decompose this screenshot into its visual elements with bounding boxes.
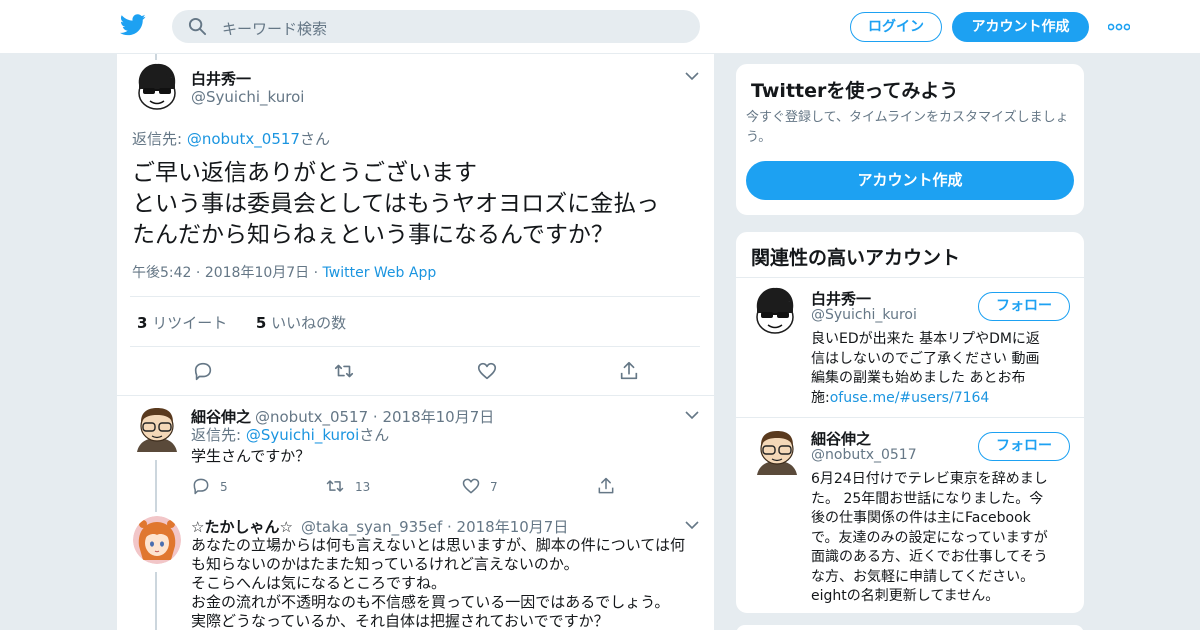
reply-text: 学生さんですか？ — [191, 447, 311, 465]
account-handle[interactable]: @nobutx_0517 — [811, 447, 917, 463]
account-bio: 良いEDが出来た 基本リプやDMに返 信はしないのでご了承ください 動画 編集の… — [811, 331, 1040, 406]
reply-author-handle: @taka_syan_935ef · 2018年10月7日 — [301, 518, 569, 536]
reply-count: 5 — [220, 480, 228, 494]
thread-line — [155, 572, 157, 630]
retweet-icon[interactable] — [325, 476, 345, 496]
tweet-source[interactable]: Twitter Web App — [323, 265, 437, 281]
tweet-text: ご早い返信ありがとうございます という事は委員会としてはもうヤオヨロズに金払っ … — [132, 160, 660, 248]
more-dots-icon[interactable] — [1108, 22, 1130, 32]
signup-card: Twitterを使ってみよう 今すぐ登録して、タイムラインをカスタマイズしましょ… — [735, 63, 1085, 216]
account-bio: 6月24日付けでテレビ東京を辞めまし た。 25年間お世話になりました。今 後の… — [811, 471, 1048, 604]
avatar[interactable] — [753, 287, 797, 335]
chevron-down-icon[interactable] — [685, 72, 699, 81]
replying-to-link[interactable]: @Syuichi_kuroi — [246, 426, 359, 444]
avatar[interactable] — [135, 63, 179, 111]
search-icon — [188, 17, 207, 36]
tweet-stats: 3 リツイート 5 いいねの数 — [137, 312, 346, 333]
reply-icon[interactable] — [191, 476, 211, 496]
reply-replying-to: 返信先: @Syuichi_kuroiさん — [191, 426, 390, 444]
retweet-icon[interactable] — [333, 360, 355, 382]
avatar[interactable] — [755, 429, 799, 475]
related-accounts-card: 関連性の高いアカウント 白井秀一 @Syuichi_kuroi フォロー 良いE… — [735, 231, 1085, 614]
reply-author-name[interactable]: 細谷伸之 — [191, 406, 251, 427]
divider — [117, 395, 714, 396]
avatar[interactable] — [133, 516, 181, 564]
account-handle[interactable]: @Syuichi_kuroi — [811, 307, 917, 323]
replying-to-link[interactable]: @nobutx_0517 — [187, 130, 300, 148]
conversation-column: 白井秀一 @Syuichi_kuroi 返信先: @nobutx_0517さん … — [116, 54, 715, 630]
signup-card-title: Twitterを使ってみよう — [751, 80, 959, 102]
like-stat[interactable]: 5 いいねの数 — [256, 314, 346, 332]
divider — [130, 346, 700, 347]
divider — [130, 296, 700, 297]
author-name[interactable]: 白井秀一 — [191, 68, 251, 89]
retweet-stat[interactable]: 3 リツイート — [137, 314, 227, 332]
divider — [736, 417, 1084, 418]
tweet-metadata: 午後5:42 · 2018年10月7日 · Twitter Web App — [132, 265, 437, 281]
signup-button[interactable]: アカウント作成 — [952, 12, 1089, 42]
account-name[interactable]: 細谷伸之 — [811, 428, 871, 449]
create-account-button[interactable]: アカウント作成 — [746, 161, 1074, 200]
signup-card-subtitle: 今すぐ登録して、タイムラインをカスタマイズしましょう。 — [746, 110, 1069, 145]
tweet-time[interactable]: 午後5:42 — [132, 265, 191, 281]
thread-line — [155, 54, 157, 60]
twitter-bird-icon[interactable] — [120, 14, 146, 36]
chevron-down-icon[interactable] — [685, 521, 699, 530]
like-heart-icon[interactable] — [461, 476, 481, 496]
like-count: 7 — [490, 480, 498, 494]
share-icon[interactable] — [618, 360, 640, 382]
top-navigation-bar: キーワード検索 ログイン アカウント作成 — [0, 0, 1200, 54]
share-icon[interactable] — [596, 476, 616, 496]
avatar-glasses-man-icon — [757, 431, 797, 475]
avatar-glasses-man-icon — [137, 408, 177, 452]
reply-icon[interactable] — [192, 360, 214, 382]
thread-line — [155, 460, 157, 512]
avatar-sunglasses-icon — [138, 63, 176, 110]
reply-author-handle: @nobutx_0517 · 2018年10月7日 — [255, 408, 495, 426]
tweet-date[interactable]: 2018年10月7日 — [205, 265, 309, 281]
divider — [736, 277, 1084, 278]
related-accounts-title: 関連性の高いアカウント — [751, 247, 961, 269]
search-placeholder[interactable]: キーワード検索 — [222, 18, 327, 39]
follow-button[interactable]: フォロー — [978, 432, 1070, 461]
bio-link[interactable]: ofuse.me/#users/7164 — [830, 390, 990, 406]
next-card-edge — [735, 624, 1085, 630]
reply-text: あなたの立場からは何も言えないとは思いますが、脚本の件については何 も知らないの… — [191, 536, 685, 630]
like-heart-icon[interactable] — [476, 360, 498, 382]
account-name[interactable]: 白井秀一 — [811, 288, 871, 309]
replying-to: 返信先: @nobutx_0517さん — [132, 130, 330, 148]
avatar[interactable] — [135, 406, 179, 452]
login-button[interactable]: ログイン — [850, 12, 942, 42]
avatar-anime-girl-icon — [133, 516, 181, 564]
follow-button[interactable]: フォロー — [978, 292, 1070, 321]
search-bar[interactable]: キーワード検索 — [172, 10, 700, 43]
avatar-sunglasses-icon — [756, 287, 794, 334]
reply-author-name[interactable]: ☆たかしゃん☆ — [191, 516, 293, 537]
retweet-count: 13 — [355, 480, 371, 494]
author-handle[interactable]: @Syuichi_kuroi — [191, 88, 304, 106]
chevron-down-icon[interactable] — [685, 411, 699, 420]
